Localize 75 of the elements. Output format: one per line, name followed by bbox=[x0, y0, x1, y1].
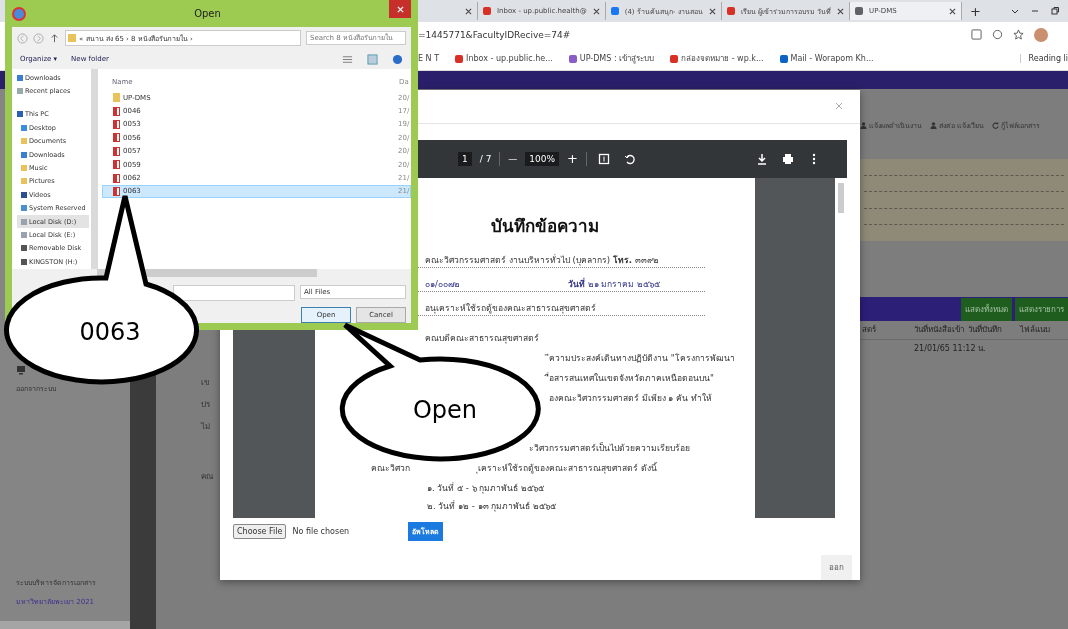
share-icon[interactable] bbox=[992, 29, 1003, 40]
restore-icon[interactable] bbox=[1050, 6, 1060, 16]
document-text: ๒. วันที่ ๑๒ - ๑๓ กุมภาพันธ์ ๒๕๖๕ bbox=[426, 499, 557, 513]
document-text: ุเคราะห์ใช้รถตู้ของคณะสาธารณสุขศาสตร์ ดังนี้ bbox=[475, 461, 658, 475]
document-text: คณะวิศวก bbox=[370, 461, 411, 475]
page-number-field[interactable]: 1 bbox=[458, 151, 472, 166]
callout-text: Open bbox=[412, 396, 478, 424]
action-button[interactable]: แสดงรายการ bbox=[1015, 297, 1068, 321]
action-button[interactable]: แสดงทั้งหมด bbox=[961, 297, 1012, 321]
dialog-title: Open bbox=[193, 8, 222, 19]
callout-text: 0063 bbox=[79, 318, 141, 346]
close-icon[interactable] bbox=[837, 7, 845, 15]
view-options-icon[interactable] bbox=[342, 53, 353, 65]
file-status: No file chosen bbox=[292, 527, 351, 536]
bookmark[interactable]: Inbox - up.public.he... bbox=[455, 54, 553, 63]
close-button[interactable] bbox=[389, 0, 411, 18]
print-icon[interactable] bbox=[782, 152, 794, 165]
scrollbar[interactable] bbox=[0, 621, 130, 629]
monitor-icon bbox=[16, 365, 26, 375]
document-text: คณบดีคณะสาธารณสุขศาสตร์ bbox=[424, 331, 540, 345]
rotate-icon[interactable] bbox=[624, 152, 636, 165]
app-icon bbox=[12, 6, 26, 21]
fit-page-icon[interactable] bbox=[598, 152, 610, 165]
column-header: ไฟล์แนบ bbox=[1020, 324, 1051, 336]
person-icon bbox=[860, 122, 867, 129]
bookmark[interactable]: กล่องจดหมาย - wp.k... bbox=[670, 52, 764, 65]
person-icon bbox=[930, 122, 937, 129]
document-text: ีความประสงค์เดินทางปฏิบัติงาน "โครงการพัฒนา bbox=[545, 350, 739, 365]
column-header: วันที่หนังสือเข้า bbox=[914, 324, 964, 336]
close-icon bbox=[396, 5, 404, 13]
profile-avatar[interactable] bbox=[1034, 27, 1048, 42]
download-icon[interactable] bbox=[756, 152, 768, 165]
scrollbar[interactable] bbox=[91, 69, 98, 269]
close-icon[interactable] bbox=[708, 7, 716, 15]
document-text: องคณะวิศวกรรมศาสตร์ มีเพียง ๑ คัน ทำให้ bbox=[548, 391, 713, 405]
reading-list-button[interactable]: Reading li bbox=[1019, 54, 1068, 63]
bookmark[interactable]: UP-DMS : เข้าสู่ระบบ bbox=[568, 52, 655, 65]
document-text: คณะวิศวกรรมศาสตร์ งานบริหารทั่วไป (บุคลากร) โทร. ๓๓๙๒ bbox=[424, 253, 660, 267]
document-text: ื่อสารสนเทศในเขตจังหวัดภาคเหนือตอนบน" bbox=[545, 370, 718, 385]
bookmark[interactable]: Mail - Worapom Kh... bbox=[779, 54, 874, 63]
star-icon[interactable] bbox=[1013, 29, 1024, 40]
close-icon[interactable] bbox=[949, 7, 957, 15]
new-tab-button[interactable]: + bbox=[962, 3, 989, 19]
text-fragment: เข bbox=[201, 377, 210, 389]
file-name-field[interactable] bbox=[173, 285, 295, 301]
bookmark[interactable]: E N T bbox=[418, 54, 439, 63]
column-header: วันที่บันทึก bbox=[968, 324, 1003, 336]
close-icon[interactable] bbox=[465, 7, 472, 15]
tab-icon bbox=[610, 7, 619, 15]
help-icon[interactable] bbox=[392, 53, 403, 65]
zoom-out-button[interactable]: — bbox=[508, 153, 518, 164]
page-total: / 7 bbox=[479, 153, 492, 164]
translate-icon[interactable] bbox=[971, 29, 982, 40]
tab-icon bbox=[855, 7, 864, 15]
refresh-icon bbox=[992, 122, 1000, 129]
document-text: วันที่ ๒๑ มกราคม ๒๕๖๕ bbox=[566, 277, 661, 291]
exit-button[interactable]: ออก bbox=[821, 555, 852, 580]
text-fragment: ไม่ bbox=[201, 421, 211, 433]
document-text: ะวิศวกรรมศาสตร์เป็นไปด้วยความเรียบร้อย bbox=[528, 441, 691, 455]
tab-icon bbox=[726, 7, 735, 15]
document-text: ๑. วันที่ ๕ - ๖ กุมภาพันธ์ ๒๕๖๕ bbox=[426, 481, 545, 495]
document-text: อนุเคราะห์ใช้รถตู้ของคณะสาธารณสุขศาสตร์ bbox=[424, 301, 597, 315]
text-fragment: คณ bbox=[201, 471, 213, 483]
zoom-field[interactable]: 100% bbox=[525, 151, 560, 166]
zoom-in-button[interactable]: + bbox=[567, 151, 578, 167]
table-cell: 21/01/65 11:12 น. bbox=[914, 343, 986, 355]
address-field[interactable]: =1445771&FacultyIDRecive=74# bbox=[418, 29, 971, 40]
close-icon[interactable] bbox=[592, 7, 600, 15]
column-header: สดร์ bbox=[862, 324, 877, 336]
text-fragment: ปร bbox=[201, 399, 211, 411]
document-text: ๐๑/๐๐๗๒ bbox=[424, 277, 461, 291]
choose-file-button[interactable]: Choose File bbox=[233, 524, 287, 539]
up-arrow-icon[interactable] bbox=[49, 32, 60, 44]
document-title: บันทึกข้อความ bbox=[491, 214, 599, 238]
tab-icon bbox=[483, 7, 491, 15]
